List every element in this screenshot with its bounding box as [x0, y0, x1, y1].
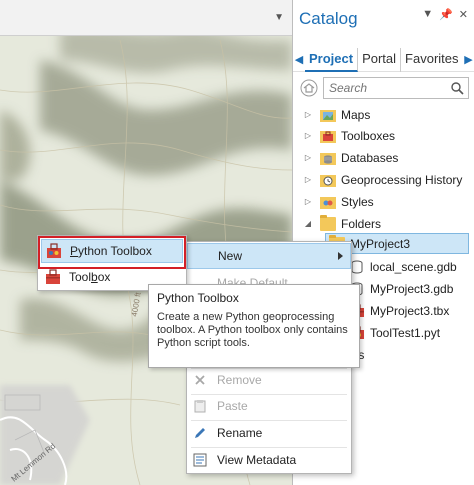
expand-icon[interactable]: ▷ — [303, 175, 313, 184]
tab-portal[interactable]: Portal — [358, 47, 402, 72]
chevron-down-icon[interactable]: ▼ — [274, 12, 284, 23]
label-start: Tool — [69, 270, 92, 284]
styles-icon — [320, 195, 336, 209]
menu-item-label: View Metadata — [217, 453, 297, 467]
tab-scroll-right-icon[interactable]: ▶ — [463, 53, 474, 66]
menu-item-label: Python Toolbox — [70, 244, 152, 258]
rename-icon — [192, 425, 208, 441]
catalog-header: Catalog ▼ 📌 ✕ — [293, 0, 474, 40]
new-icon — [193, 248, 209, 264]
collapse-icon[interactable]: ◢ — [303, 219, 313, 228]
label-rest: ox — [97, 270, 111, 284]
access-key: P — [70, 244, 79, 258]
menu-item-rename[interactable]: Rename — [187, 420, 351, 446]
menu-item-view-metadata[interactable]: View Metadata — [187, 447, 351, 473]
tree-item-label: Styles — [341, 194, 374, 209]
search-input[interactable] — [324, 80, 434, 96]
tree-item-myproject3-tbx[interactable]: MyProject3.tbx — [347, 300, 474, 321]
expand-icon[interactable]: ▷ — [303, 110, 313, 119]
map-tab-bar: ▼ — [0, 0, 292, 36]
tree-item-maps[interactable]: ▷ Maps — [293, 104, 474, 125]
tree-item-local-scene-gdb[interactable]: local_scene.gdb — [347, 256, 474, 277]
expand-icon[interactable]: ▷ — [303, 153, 313, 162]
menu-item-label: New — [218, 249, 243, 263]
tooltip-title: Python Toolbox — [157, 291, 239, 305]
menu-item-paste[interactable]: Paste — [187, 393, 351, 419]
pane-controls: ▼ 📌 ✕ — [422, 8, 468, 21]
menu-item-new[interactable]: New — [187, 243, 351, 269]
tree-item-styles[interactable]: ▷ Styles — [293, 191, 474, 212]
tree-item-label: Folders — [341, 216, 382, 231]
tree-item-label: Databases — [341, 150, 399, 165]
tab-project[interactable]: Project — [305, 47, 359, 72]
pin-icon[interactable]: 📌 — [439, 8, 453, 21]
expand-icon[interactable]: ▷ — [303, 197, 313, 206]
search-box — [323, 77, 469, 99]
tree-item-tooltest1-pyt[interactable]: ToolTest1.pyt — [347, 322, 474, 343]
menu-item-label: Paste — [217, 399, 248, 413]
search-icon[interactable] — [450, 81, 464, 98]
new-submenu: Python Toolbox Toolbox — [37, 235, 187, 291]
tree-item-myproject3-gdb[interactable]: MyProject3.gdb — [347, 278, 474, 299]
menu-item-remove[interactable]: Remove — [187, 367, 351, 393]
label-rest: ython Toolbox — [78, 244, 152, 258]
tree-item-label: Toolboxes — [341, 128, 396, 143]
tree-item-label: MyProject3 — [350, 236, 411, 251]
tree-item-label: Maps — [341, 107, 371, 122]
catalog-tabs: ◀ Project Portal Favorites ▶ — [293, 47, 474, 72]
submenu-arrow-icon — [338, 252, 343, 260]
pane-options-icon[interactable]: ▼ — [422, 8, 433, 21]
tree-item-label: ToolTest1.pyt — [370, 325, 441, 340]
tooltip-body: Create a new Python geoprocessing toolbo… — [157, 311, 348, 349]
menu-item-python-toolbox[interactable]: Python Toolbox — [41, 239, 183, 263]
paste-icon — [192, 398, 208, 414]
tab-favorites[interactable]: Favorites — [401, 48, 462, 72]
pane-title: Catalog — [299, 9, 358, 28]
expand-icon[interactable]: ▷ — [303, 131, 313, 140]
remove-icon — [192, 372, 208, 388]
menu-item-label: Rename — [217, 426, 263, 440]
tree-item-label: local_scene.gdb — [370, 259, 457, 274]
tooltip: Python Toolbox Create a new Python geopr… — [148, 284, 360, 368]
menu-item-label: Remove — [217, 373, 262, 387]
databases-icon — [320, 151, 336, 165]
tree-item-databases[interactable]: ▷ Databases — [293, 147, 474, 168]
tree-item-toolboxes[interactable]: ▷ Toolboxes — [293, 125, 474, 146]
access-key: b — [91, 270, 98, 284]
metadata-icon — [192, 452, 208, 468]
toolbox-icon — [45, 269, 61, 285]
folder-icon — [320, 214, 336, 231]
history-icon — [320, 173, 336, 187]
menu-item-label: Toolbox — [69, 270, 110, 284]
home-icon[interactable] — [299, 78, 319, 98]
tree-item-label: MyProject3.tbx — [370, 303, 450, 318]
python-toolbox-icon — [46, 243, 62, 259]
tree-item-folders[interactable]: ◢ Folders — [293, 213, 474, 234]
tree-item-label: MyProject3.gdb — [370, 281, 454, 296]
tab-scroll-left-icon[interactable]: ◀ — [293, 53, 305, 66]
toolboxes-icon — [320, 129, 336, 143]
tree-item-geoprocessing-history[interactable]: ▷ Geoprocessing History — [293, 169, 474, 190]
tree-item-label: Geoprocessing History — [341, 172, 463, 187]
close-icon[interactable]: ✕ — [459, 8, 468, 21]
maps-icon — [320, 108, 336, 122]
search-row — [299, 76, 469, 100]
